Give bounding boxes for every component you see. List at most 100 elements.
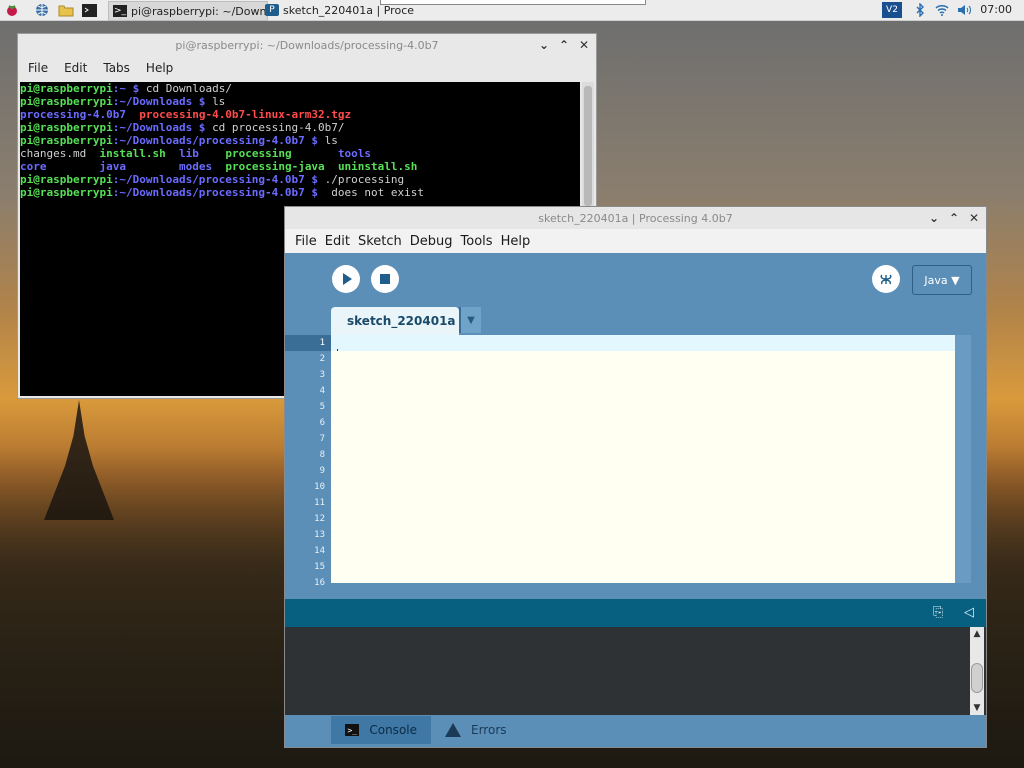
- terminal-line: processing-4.0b7 processing-4.0b7-linux-…: [20, 108, 580, 121]
- tab-errors[interactable]: Errors: [431, 716, 531, 744]
- line-number: 8: [319, 450, 325, 460]
- processing-toolbar: Java ▼: [285, 253, 986, 305]
- sketch-tabs: sketch_220401a ▼: [285, 305, 986, 335]
- terminal-titlebar[interactable]: pi@raspberrypi: ~/Downloads/processing-4…: [18, 34, 596, 56]
- terminal-text: changes.md: [20, 147, 100, 160]
- line-number: 16: [314, 578, 325, 588]
- terminal-text: ./processing: [324, 173, 405, 186]
- terminal-text: ls: [212, 95, 226, 108]
- menu-edit[interactable]: Edit: [321, 234, 354, 249]
- line-number-gutter: 1 2 3 4 5 6 7 8 9 10 11 12 13 14 15 16: [285, 335, 331, 588]
- terminal-text: core: [20, 160, 47, 173]
- line-number: 14: [314, 546, 325, 556]
- terminal-line: pi@raspberrypi:~ $ cd Downloads/: [20, 82, 580, 95]
- tab-console-label: Console: [369, 723, 417, 737]
- terminal-icon: >_: [113, 5, 127, 17]
- processing-window: sketch_220401a | Processing 4.0b7 ⌄ ⌃ ✕ …: [284, 206, 987, 748]
- code-editor-area: 1 2 3 4 5 6 7 8 9 10 11 12 13 14 15 16: [285, 335, 986, 588]
- line-number: 5: [319, 402, 325, 412]
- wifi-icon[interactable]: [934, 2, 950, 18]
- play-icon: [343, 273, 352, 285]
- scroll-down-icon[interactable]: ▼: [970, 701, 984, 715]
- terminal-text: java: [99, 160, 126, 173]
- mode-selector[interactable]: Java ▼: [912, 265, 972, 295]
- console-scrollbar[interactable]: ▲ ▼: [970, 627, 984, 715]
- tab-menu-arrow-icon[interactable]: ▼: [459, 307, 481, 333]
- close-icon[interactable]: ✕: [968, 211, 980, 225]
- taskbar-task-label: pi@raspberrypi: ~/Downl...: [131, 4, 268, 18]
- copy-console-icon[interactable]: ⎘: [933, 605, 943, 620]
- taskbar-task-terminal[interactable]: >_ pi@raspberrypi: ~/Downl...: [108, 1, 268, 21]
- sketch-tab[interactable]: sketch_220401a: [331, 307, 459, 335]
- text-caret: [337, 349, 338, 351]
- console-output[interactable]: [285, 627, 986, 715]
- terminal-text: :~/Downloads $: [112, 95, 213, 108]
- line-number: 11: [314, 498, 325, 508]
- scrollbar-thumb[interactable]: [584, 86, 592, 206]
- terminal-launcher-icon[interactable]: [81, 2, 97, 18]
- maximize-icon[interactable]: ⌃: [558, 38, 570, 52]
- menu-file[interactable]: File: [20, 61, 56, 75]
- menu-file[interactable]: File: [291, 234, 321, 249]
- menu-debug[interactable]: Debug: [406, 234, 457, 249]
- stop-button[interactable]: [371, 265, 399, 293]
- editor-scrollbar[interactable]: [955, 335, 971, 583]
- volume-icon[interactable]: [956, 2, 972, 18]
- terminal-text: ls: [324, 134, 338, 147]
- line-number: 7: [319, 434, 325, 444]
- menu-sketch[interactable]: Sketch: [354, 234, 406, 249]
- menu-help[interactable]: Help: [497, 234, 535, 249]
- close-icon[interactable]: ✕: [578, 38, 590, 52]
- line-number: 10: [314, 482, 325, 492]
- file-manager-icon[interactable]: [58, 2, 74, 18]
- terminal-text: cd processing-4.0b7/: [212, 121, 345, 134]
- window-title: pi@raspberrypi: ~/Downloads/processing-4…: [175, 38, 439, 52]
- terminal-text: uninstall.sh: [337, 160, 418, 173]
- line-number: 1: [285, 335, 331, 351]
- run-button[interactable]: [332, 265, 360, 293]
- terminal-text: does not exist: [324, 186, 424, 199]
- terminal-text: modes: [178, 160, 213, 173]
- collapse-console-icon[interactable]: ◁: [964, 605, 974, 620]
- terminal-line: pi@raspberrypi:~/Downloads/processing-4.…: [20, 186, 580, 199]
- debugger-button[interactable]: [872, 265, 900, 293]
- menu-tabs[interactable]: Tabs: [95, 61, 138, 75]
- taskbar: >_ pi@raspberrypi: ~/Downl... P sketch_2…: [0, 0, 1024, 21]
- current-line-highlight: [331, 335, 955, 351]
- menu-help[interactable]: Help: [138, 61, 181, 75]
- minimize-icon[interactable]: ⌄: [538, 38, 550, 52]
- terminal-text: :~/Downloads $: [112, 121, 213, 134]
- warning-icon: [445, 723, 461, 737]
- processing-titlebar[interactable]: sketch_220401a | Processing 4.0b7 ⌄ ⌃ ✕: [285, 207, 986, 229]
- terminal-text: pi@raspberrypi: [20, 173, 113, 186]
- menu-tools[interactable]: Tools: [457, 234, 497, 249]
- scrollbar-thumb[interactable]: [971, 663, 983, 693]
- console-icon: >_: [345, 724, 360, 736]
- tab-console[interactable]: >_ Console: [331, 716, 431, 744]
- terminal-line: pi@raspberrypi:~/Downloads/processing-4.…: [20, 173, 580, 186]
- stop-icon: [380, 274, 390, 284]
- clock[interactable]: 07:00: [980, 3, 1012, 16]
- vnc-icon[interactable]: V2: [882, 2, 902, 18]
- bluetooth-icon[interactable]: [912, 2, 928, 18]
- terminal-line: pi@raspberrypi:~/Downloads $ cd processi…: [20, 121, 580, 134]
- butterfly-icon: [880, 274, 892, 285]
- terminal-text: tools: [337, 147, 372, 160]
- web-browser-icon[interactable]: [34, 2, 50, 18]
- menu-edit[interactable]: Edit: [56, 61, 95, 75]
- maximize-icon[interactable]: ⌃: [948, 211, 960, 225]
- scroll-up-icon[interactable]: ▲: [970, 627, 984, 641]
- code-editor[interactable]: [331, 335, 955, 583]
- raspberry-menu-icon[interactable]: [4, 2, 20, 18]
- terminal-line: pi@raspberrypi:~/Downloads/processing-4.…: [20, 134, 580, 147]
- tab-errors-label: Errors: [471, 723, 507, 737]
- footer-tabs: >_ Console Errors: [285, 715, 986, 747]
- terminal-text: pi@raspberrypi: [20, 186, 113, 199]
- minimize-icon[interactable]: ⌄: [928, 211, 940, 225]
